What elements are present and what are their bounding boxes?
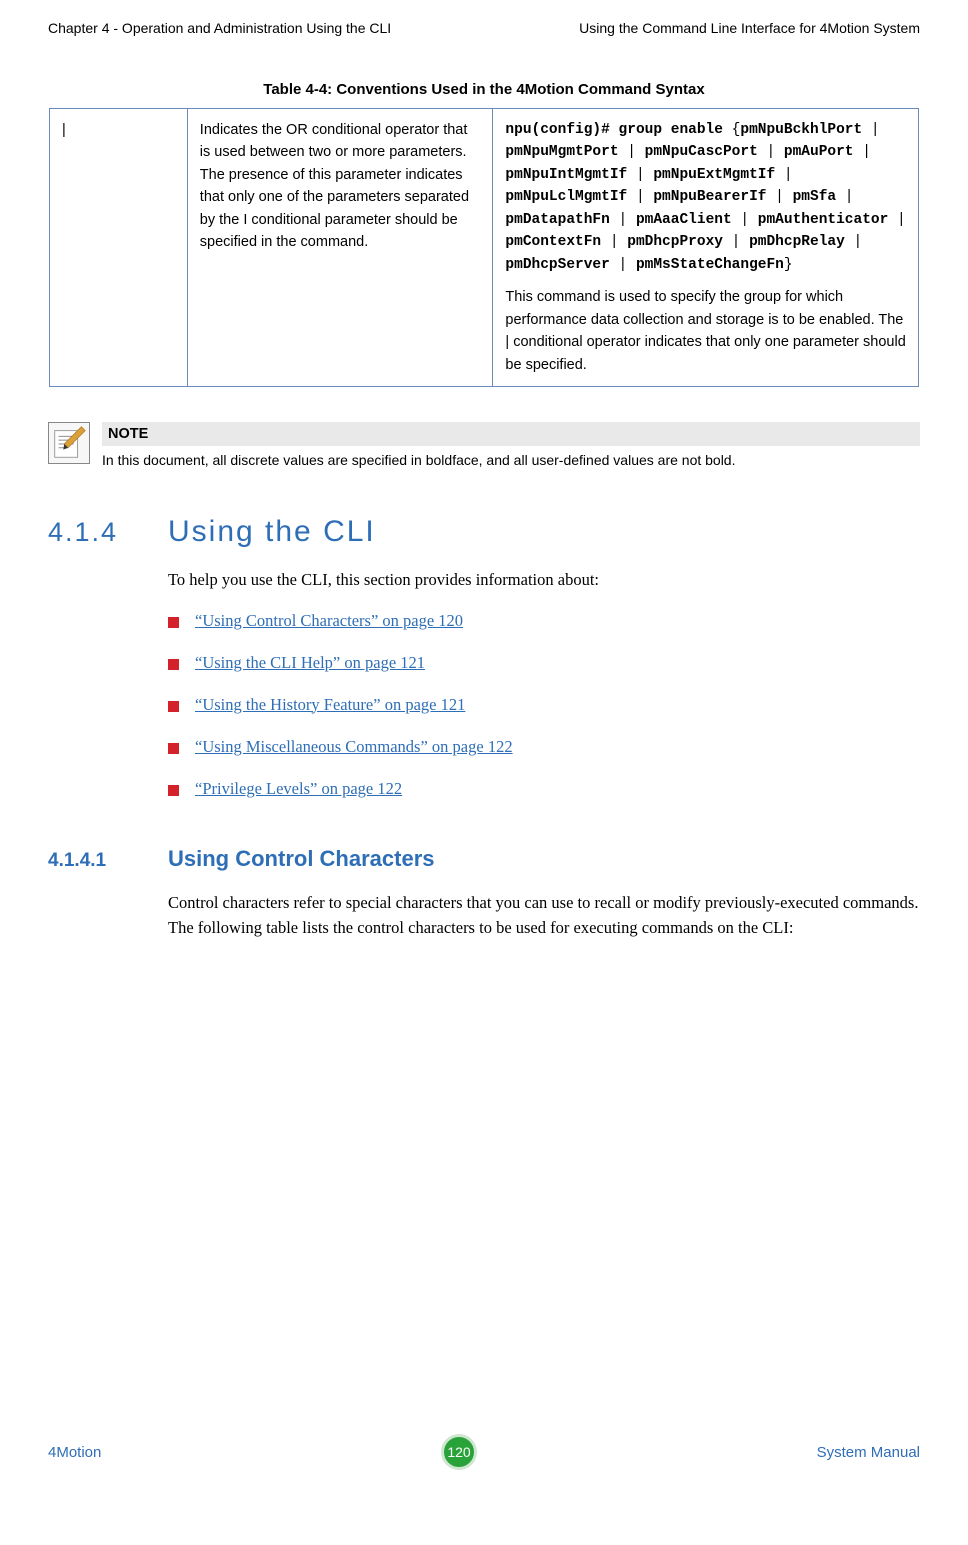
toc-link[interactable]: “Using Miscellaneous Commands” on page 1…: [195, 737, 513, 757]
code-separator: |: [758, 144, 784, 160]
list-item: “Using Miscellaneous Commands” on page 1…: [168, 737, 920, 757]
code-param: pmAuthenticator: [758, 212, 889, 228]
code-separator: |: [845, 234, 862, 250]
code-separator: |: [854, 144, 871, 160]
code-param: pmNpuExtMgmtIf: [653, 167, 775, 183]
code-param: pmContextFn: [505, 234, 601, 250]
bullet-icon: [168, 701, 179, 712]
list-item: “Using Control Characters” on page 120: [168, 611, 920, 631]
description-cell: Indicates the OR conditional operator th…: [187, 109, 493, 387]
code-param: pmSfa: [793, 189, 837, 205]
code-param: pmNpuBckhlPort: [740, 122, 862, 138]
footer-right: System Manual: [817, 1444, 920, 1461]
code-param: pmDhcpRelay: [749, 234, 845, 250]
bullet-icon: [168, 785, 179, 796]
section-number: 4.1.4: [48, 517, 168, 548]
code-prefix: npu(config)# group enable: [505, 122, 731, 138]
bullet-list: “Using Control Characters” on page 120 “…: [168, 611, 920, 821]
section-intro: To help you use the CLI, this section pr…: [168, 567, 920, 593]
subsection-body: Control characters refer to special char…: [168, 890, 920, 941]
bullet-icon: [168, 617, 179, 628]
page-number-badge: 120: [441, 1434, 477, 1470]
code-separator: |: [888, 212, 905, 228]
header-right: Using the Command Line Interface for 4Mo…: [579, 20, 920, 36]
code-separator: |: [723, 234, 749, 250]
code-separator: |: [766, 189, 792, 205]
subsection-number: 4.1.4.1: [48, 850, 168, 872]
symbol-cell: |: [50, 109, 188, 387]
code-param: pmAaaClient: [636, 212, 732, 228]
code-separator: |: [619, 144, 645, 160]
code-param: pmDatapathFn: [505, 212, 609, 228]
subsection-heading: 4.1.4.1 Using Control Characters: [48, 846, 920, 872]
code-param: pmNpuCascPort: [645, 144, 758, 160]
page-footer: 4Motion 120 System Manual: [48, 1434, 920, 1470]
note-block: NOTE In this document, all discrete valu…: [48, 422, 920, 470]
code-separator: |: [601, 234, 627, 250]
bullet-icon: [168, 743, 179, 754]
code-example: npu(config)# group enable {pmNpuBckhlPor…: [505, 119, 906, 276]
toc-link[interactable]: “Privilege Levels” on page 122: [195, 779, 402, 799]
code-param: pmDhcpServer: [505, 257, 609, 273]
syntax-table: | Indicates the OR conditional operator …: [49, 108, 919, 387]
subsection-title: Using Control Characters: [168, 846, 435, 872]
header-left: Chapter 4 - Operation and Administration…: [48, 20, 391, 36]
code-separator: |: [775, 167, 792, 183]
code-param: pmAuPort: [784, 144, 854, 160]
table-title: Table 4-4: Conventions Used in the 4Moti…: [48, 81, 920, 98]
code-param: pmMsStateChangeFn: [636, 257, 784, 273]
code-param: pmNpuIntMgmtIf: [505, 167, 627, 183]
section-heading: 4.1.4 Using the CLI: [48, 515, 920, 549]
page-header: Chapter 4 - Operation and Administration…: [48, 20, 920, 36]
toc-link[interactable]: “Using the CLI Help” on page 121: [195, 653, 425, 673]
code-separator: |: [732, 212, 758, 228]
code-separator: |: [610, 257, 636, 273]
note-body: In this document, all discrete values ar…: [102, 451, 920, 470]
list-item: “Using the History Feature” on page 121: [168, 695, 920, 715]
example-cell: npu(config)# group enable {pmNpuBckhlPor…: [493, 109, 919, 387]
bullet-icon: [168, 659, 179, 670]
note-label: NOTE: [102, 422, 920, 446]
list-item: “Privilege Levels” on page 122: [168, 779, 920, 799]
code-separator: |: [627, 189, 653, 205]
code-separator: |: [627, 167, 653, 183]
code-separator: |: [836, 189, 853, 205]
example-explanation: This command is used to specify the grou…: [505, 286, 906, 376]
brace-close: }: [784, 257, 793, 273]
code-param: pmNpuLclMgmtIf: [505, 189, 627, 205]
toc-link[interactable]: “Using Control Characters” on page 120: [195, 611, 463, 631]
code-separator: |: [862, 122, 879, 138]
footer-left: 4Motion: [48, 1444, 101, 1461]
code-separator: |: [610, 212, 636, 228]
code-param: pmNpuBearerIf: [653, 189, 766, 205]
table-row: | Indicates the OR conditional operator …: [50, 109, 919, 387]
note-icon: [48, 422, 90, 464]
section-title: Using the CLI: [168, 515, 376, 549]
code-param: pmNpuMgmtPort: [505, 144, 618, 160]
list-item: “Using the CLI Help” on page 121: [168, 653, 920, 673]
toc-link[interactable]: “Using the History Feature” on page 121: [195, 695, 465, 715]
code-param: pmDhcpProxy: [627, 234, 723, 250]
